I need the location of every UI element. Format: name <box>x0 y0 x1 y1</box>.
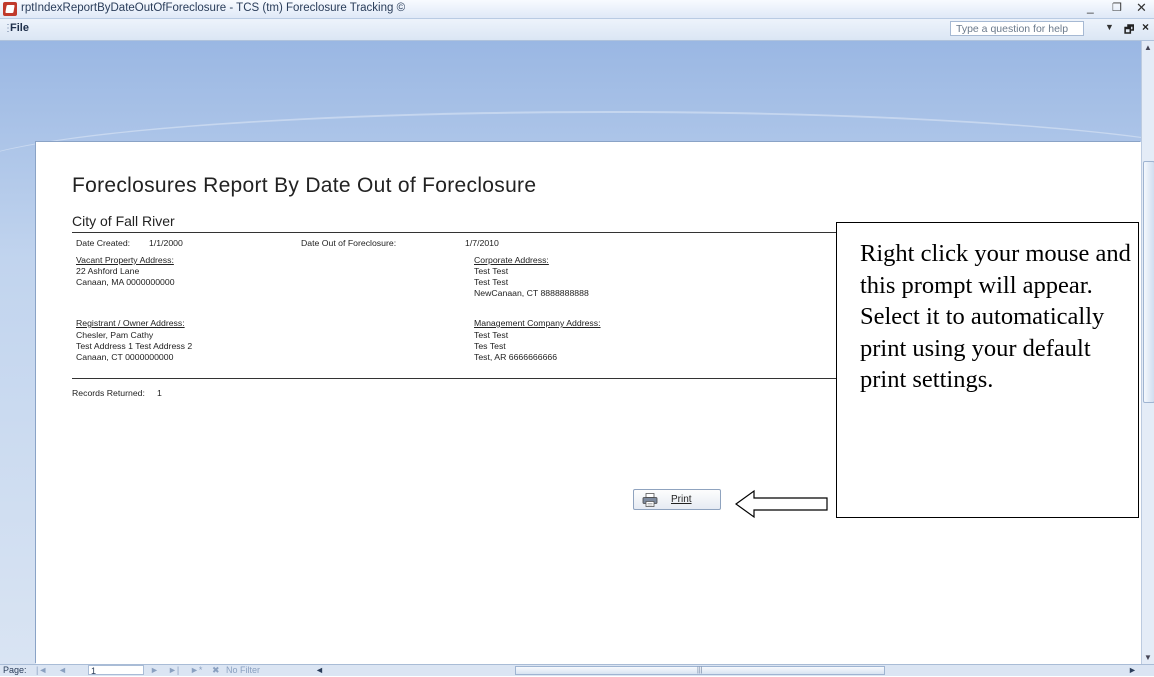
vacant-address-label: Vacant Property Address: <box>76 255 174 265</box>
print-button[interactable]: Print <box>633 489 721 510</box>
previous-page-icon[interactable]: ◄ <box>58 665 67 676</box>
divider <box>72 378 852 379</box>
close-report-button[interactable]: × <box>1142 20 1149 34</box>
printer-icon <box>642 493 658 507</box>
date-created-value: 1/1/2000 <box>149 238 183 248</box>
registrant-address-line: Test Address 1 Test Address 2 <box>76 341 193 351</box>
next-page-icon[interactable]: ► <box>150 665 159 676</box>
first-page-icon[interactable]: |◄ <box>36 665 47 676</box>
management-address-line: Test Test <box>474 330 509 340</box>
report-city: City of Fall River <box>72 213 175 229</box>
page-label: Page: <box>3 665 27 675</box>
window-title: rptIndexReportByDateOutOfForeclosure - T… <box>21 2 406 14</box>
records-returned-count: 1 <box>157 388 162 398</box>
corporate-address-line: Test Test <box>474 277 509 287</box>
scroll-right-icon[interactable]: ► <box>1128 665 1137 676</box>
callout-text: Right click your mouse and this prompt w… <box>860 240 1131 393</box>
access-app-icon <box>3 2 17 16</box>
filter-icon: ✖ <box>212 665 220 675</box>
corporate-address-line: NewCanaan, CT 8888888888 <box>474 288 589 298</box>
restore-window-button[interactable]: 🗗 <box>1124 21 1134 40</box>
scroll-down-icon[interactable]: ▼ <box>1144 653 1152 662</box>
title-bar: rptIndexReportByDateOutOfForeclosure - T… <box>0 0 1154 19</box>
last-page-icon[interactable]: ►| <box>168 665 179 676</box>
management-address-line: Test, AR 6666666666 <box>474 352 558 362</box>
management-address-line: Tes Test <box>474 341 506 351</box>
pointer-arrow-icon <box>735 489 828 519</box>
page-number-input[interactable]: 1 <box>88 665 144 676</box>
date-created-label: Date Created: <box>76 238 131 248</box>
divider <box>72 232 852 233</box>
registrant-address-line: Canaan, CT 0000000000 <box>76 352 174 362</box>
new-record-icon[interactable]: ►* <box>190 665 202 676</box>
print-button-label: Print <box>671 494 692 505</box>
menu-file[interactable]: File <box>10 22 29 34</box>
page-number-value: 1 <box>91 666 97 676</box>
corporate-address-label: Corporate Address: <box>474 255 549 265</box>
scroll-left-icon[interactable]: ◄ <box>315 665 324 676</box>
maximize-button[interactable]: ❐ <box>1112 1 1122 14</box>
help-dropdown-icon[interactable]: ▼ <box>1105 22 1114 32</box>
minimize-button[interactable]: _ <box>1087 0 1094 14</box>
scroll-grip-icon: ||| <box>697 667 703 674</box>
registrant-address-line: Chesler, Pam Cathy <box>76 330 154 340</box>
scroll-thumb[interactable] <box>1143 161 1154 403</box>
vacant-address-line: Canaan, MA 0000000000 <box>76 277 175 287</box>
registrant-address-label: Registrant / Owner Address: <box>76 318 185 328</box>
date-out-label: Date Out of Foreclosure: <box>301 238 397 248</box>
menu-bar: ⋮ File Type a question for help ▼ 🗗 × <box>0 19 1154 41</box>
instruction-callout: Right click your mouse and this prompt w… <box>836 222 1139 518</box>
corporate-address-line: Test Test <box>474 266 509 276</box>
vertical-scrollbar[interactable]: ▲ ▼ <box>1141 41 1154 664</box>
record-navigation-bar: Page: |◄ ◄ 1 ► ►| ►* ✖ No Filter ◄ ||| ► <box>0 664 1154 676</box>
close-button[interactable]: ✕ <box>1136 0 1147 16</box>
report-title: Foreclosures Report By Date Out of Forec… <box>72 174 537 197</box>
no-filter-button[interactable]: No Filter <box>226 665 260 676</box>
date-out-value: 1/7/2010 <box>465 238 499 248</box>
vacant-address-line: 22 Ashford Lane <box>76 266 140 276</box>
records-returned-label: Records Returned: <box>72 388 145 398</box>
scroll-up-icon[interactable]: ▲ <box>1144 43 1152 52</box>
management-address-label: Management Company Address: <box>474 318 601 328</box>
help-search-input[interactable]: Type a question for help <box>950 21 1084 36</box>
